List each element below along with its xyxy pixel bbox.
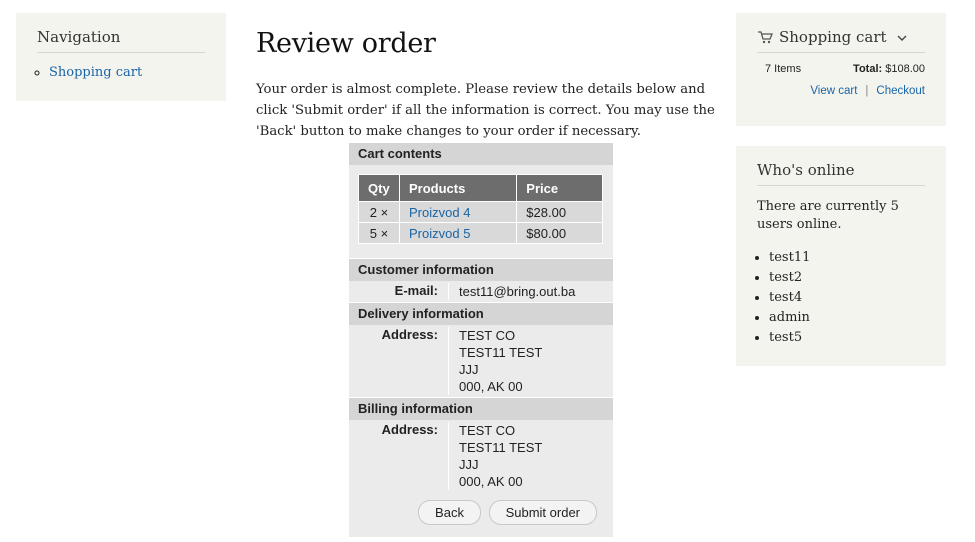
page-title: Review order xyxy=(256,28,436,59)
navigation-block: Navigation Shopping cart xyxy=(16,13,226,101)
cart-table: Qty Products Price 2 × Proizvod 4 $28.00… xyxy=(358,174,603,244)
online-users-list: test11 test2 test4 admin test5 xyxy=(757,248,925,348)
email-label: E-mail: xyxy=(349,283,449,300)
online-user: admin xyxy=(769,308,925,328)
delivery-line: TEST CO xyxy=(459,328,516,343)
online-user: test11 xyxy=(769,248,925,268)
cart-summary: 7 Items Total: $108.00 xyxy=(757,63,925,75)
billing-line: 000, AK 00 xyxy=(459,474,523,489)
table-row: 5 × Proizvod 5 $80.00 xyxy=(358,222,603,244)
whos-online-title: Who's online xyxy=(757,161,925,186)
row-product: Proizvod 4 xyxy=(398,201,518,223)
link-separator: | xyxy=(865,85,869,97)
navigation-list: Shopping cart xyxy=(37,65,205,80)
billing-line: JJJ xyxy=(459,457,479,472)
row-product: Proizvod 5 xyxy=(398,222,518,244)
whos-online-block: Who's online There are currently 5 users… xyxy=(736,146,946,366)
billing-line: TEST CO xyxy=(459,423,516,438)
billing-address-value: TEST CO TEST11 TEST JJJ 000, AK 00 xyxy=(449,422,542,490)
email-row: E-mail: test11@bring.out.ba xyxy=(349,281,613,302)
online-count-text: There are currently 5 users online. xyxy=(757,199,899,232)
form-actions: Back Submit order xyxy=(349,500,613,525)
col-qty: Qty xyxy=(358,174,400,202)
cart-total: Total: $108.00 xyxy=(853,63,925,75)
cart-block-title: Shopping cart xyxy=(779,28,887,46)
shopping-cart-block: Shopping cart 7 Items Total: $108.00 Vie… xyxy=(736,13,946,126)
email-value: test11@bring.out.ba xyxy=(459,284,576,299)
back-button[interactable]: Back xyxy=(418,500,481,525)
online-user: test4 xyxy=(769,288,925,308)
delivery-info-heading: Delivery information xyxy=(349,302,613,325)
main-content: Review order Your order is almost comple… xyxy=(256,28,716,142)
navigation-title: Navigation xyxy=(37,28,205,53)
submit-order-button[interactable]: Submit order xyxy=(488,500,597,525)
table-row: 2 × Proizvod 4 $28.00 xyxy=(358,201,603,223)
delivery-line: TEST11 TEST xyxy=(459,345,543,360)
product-link[interactable]: Proizvod 4 xyxy=(409,205,470,220)
billing-address-row: Address: TEST CO TEST11 TEST JJJ 000, AK… xyxy=(349,420,613,492)
nav-link-shopping-cart[interactable]: Shopping cart xyxy=(49,65,142,80)
cart-table-header: Qty Products Price xyxy=(358,174,603,202)
billing-info-heading: Billing information xyxy=(349,397,613,420)
cart-contents-heading: Cart contents xyxy=(349,143,613,165)
cart-item-count: 7 Items xyxy=(765,63,802,75)
chevron-down-icon[interactable] xyxy=(897,28,907,46)
delivery-address-value: TEST CO TEST11 TEST JJJ 000, AK 00 xyxy=(449,327,542,395)
delivery-line: JJJ xyxy=(459,362,479,377)
row-qty: 2 × xyxy=(358,201,400,223)
delivery-line: 000, AK 00 xyxy=(459,379,523,394)
delivery-address-label: Address: xyxy=(349,327,449,395)
col-price: Price xyxy=(516,174,603,202)
view-cart-link[interactable]: View cart xyxy=(810,85,857,97)
online-user: test2 xyxy=(769,268,925,288)
nav-item-shopping-cart[interactable]: Shopping cart xyxy=(49,65,205,80)
cart-total-value: $108.00 xyxy=(885,63,925,75)
customer-info-heading: Customer information xyxy=(349,258,613,281)
cart-icon xyxy=(757,30,773,44)
cart-block-header[interactable]: Shopping cart xyxy=(757,28,925,53)
col-products: Products xyxy=(398,174,518,202)
online-user: test5 xyxy=(769,328,925,348)
cart-total-label: Total: xyxy=(853,63,883,75)
billing-address-label: Address: xyxy=(349,422,449,490)
product-link[interactable]: Proizvod 5 xyxy=(409,226,470,241)
row-price: $80.00 xyxy=(516,222,603,244)
review-panel: Cart contents Qty Products Price 2 × Pro… xyxy=(349,143,613,537)
intro-text: Your order is almost complete. Please re… xyxy=(256,82,715,139)
billing-line: TEST11 TEST xyxy=(459,440,543,455)
row-qty: 5 × xyxy=(358,222,400,244)
row-price: $28.00 xyxy=(516,201,603,223)
checkout-link[interactable]: Checkout xyxy=(876,85,925,97)
cart-links: View cart | Checkout xyxy=(757,85,925,97)
delivery-address-row: Address: TEST CO TEST11 TEST JJJ 000, AK… xyxy=(349,325,613,397)
